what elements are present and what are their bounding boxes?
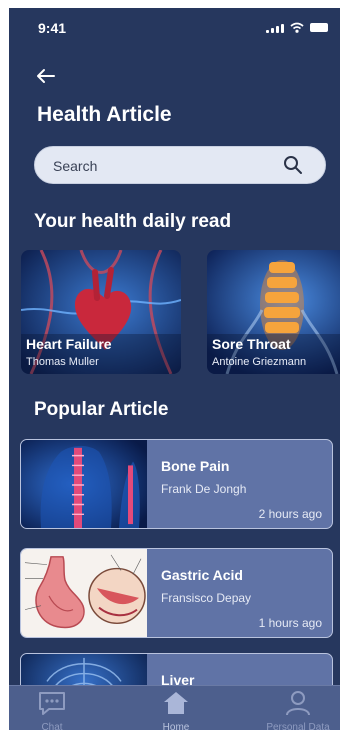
- popular-article-time: 1 hours ago: [258, 616, 322, 630]
- app-screen: 9:41 Health Article Search Your health d…: [9, 8, 340, 730]
- status-bar: 9:41: [9, 8, 340, 48]
- tab-personal-data-label: Personal Data: [266, 722, 330, 730]
- search-input[interactable]: Search: [34, 146, 326, 184]
- status-time: 9:41: [38, 20, 67, 36]
- popular-article-item[interactable]: Bone Pain Frank De Jongh 2 hours ago: [20, 439, 333, 529]
- battery-icon: [310, 23, 328, 32]
- signal-icon: [266, 23, 284, 33]
- search-placeholder: Search: [53, 158, 98, 174]
- search-icon[interactable]: [283, 155, 303, 175]
- status-icons: [266, 22, 328, 33]
- popular-article-item[interactable]: Gastric Acid Fransisco Depay 1 hours ago: [20, 548, 333, 638]
- back-arrow-icon[interactable]: [35, 66, 57, 86]
- popular-article-title: Gastric Acid: [161, 567, 243, 583]
- page-title: Health Article: [37, 103, 172, 126]
- bottom-tab-bar: Chat Home Personal Data: [9, 685, 340, 730]
- spine-illustration: [21, 440, 147, 528]
- chat-icon: [39, 692, 65, 715]
- popular-article-author: Frank De Jongh: [161, 482, 247, 496]
- article-card[interactable]: Heart Failure Thomas Muller: [21, 250, 181, 374]
- article-card-author: Antoine Griezmann: [212, 356, 307, 368]
- article-card-author: Thomas Muller: [26, 356, 99, 368]
- daily-read-carousel[interactable]: Heart Failure Thomas Muller Sore Throat …: [21, 250, 340, 376]
- stomach-illustration: [21, 549, 147, 637]
- popular-article-title: Bone Pain: [161, 458, 230, 474]
- article-card-title: Heart Failure: [26, 336, 112, 352]
- tab-home[interactable]: Home: [131, 690, 221, 730]
- tab-chat-label: Chat: [41, 722, 63, 730]
- daily-read-heading: Your health daily read: [34, 211, 232, 232]
- tab-personal-data[interactable]: Personal Data: [253, 690, 340, 730]
- popular-article-author: Fransisco Depay: [161, 591, 252, 605]
- article-card[interactable]: Sore Throat Antoine Griezmann: [207, 250, 340, 374]
- person-icon: [286, 691, 310, 716]
- tab-home-label: Home: [162, 722, 190, 730]
- article-card-title: Sore Throat: [212, 336, 291, 352]
- wifi-icon: [290, 22, 304, 33]
- home-icon: [164, 692, 188, 714]
- popular-article-heading: Popular Article: [34, 399, 169, 420]
- tab-chat[interactable]: Chat: [9, 690, 97, 730]
- popular-article-time: 2 hours ago: [258, 507, 322, 521]
